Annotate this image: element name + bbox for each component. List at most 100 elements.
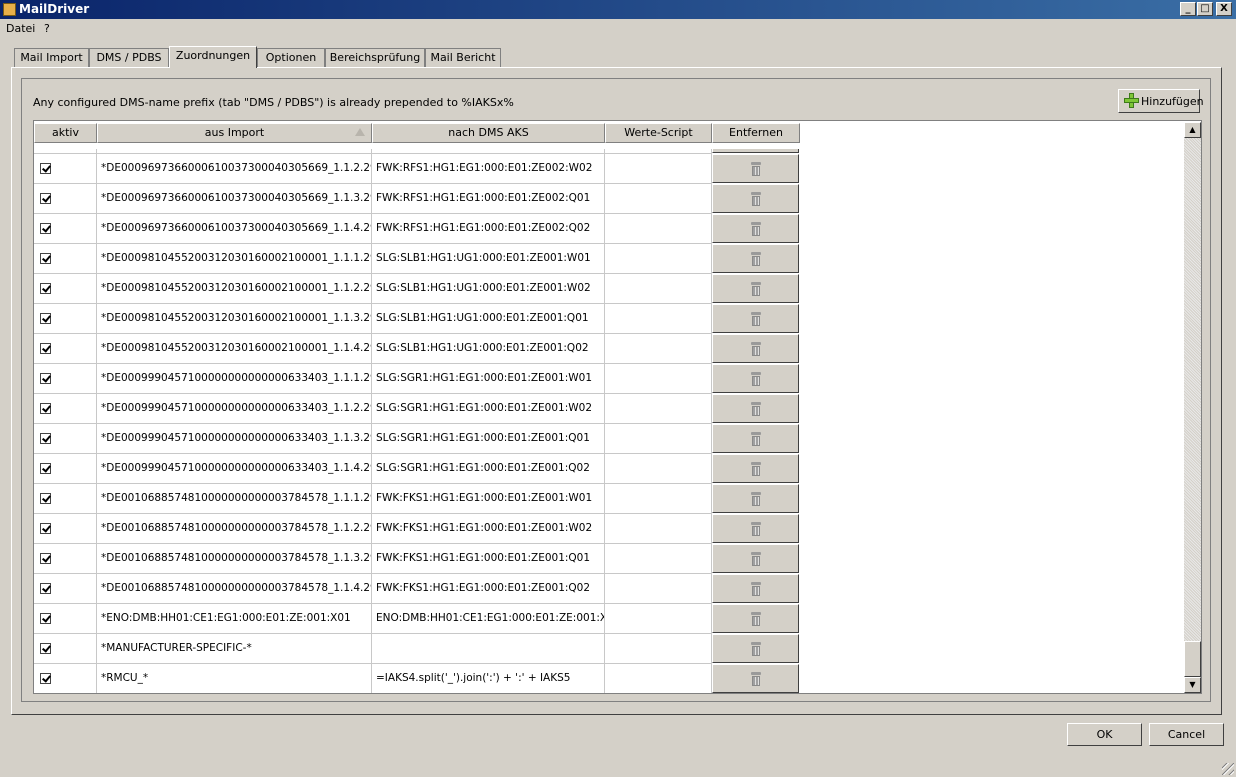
scroll-up-arrow-icon[interactable]: ▲ [1184, 122, 1201, 138]
tab-dms-pdbs[interactable]: DMS / PDBS [89, 48, 169, 67]
aktiv-checkbox[interactable] [40, 433, 51, 444]
aus-import-cell[interactable]: *DE0010688574810000000000003784578_1.1.2… [97, 514, 372, 544]
delete-button[interactable] [712, 274, 799, 303]
aus-import-cell[interactable]: *DE0009990457100000000000000633403_1.1.4… [97, 454, 372, 484]
nach-dms-aks-cell[interactable]: SLG:SGR1:HG1:EG1:000:E01:ZE001:Q02 [372, 454, 605, 484]
tab-optionen[interactable]: Optionen [257, 48, 325, 67]
nach-dms-aks-cell[interactable]: =IAKS4.split('_').join(':') + ':' + IAKS… [372, 664, 605, 693]
aktiv-checkbox[interactable] [40, 163, 51, 174]
ok-button[interactable]: OK [1067, 723, 1142, 746]
nach-dms-aks-cell[interactable] [372, 634, 605, 664]
aus-import-cell[interactable]: *DE0009810455200312030160002100001_1.1.3… [97, 304, 372, 334]
delete-button[interactable] [712, 154, 799, 183]
aus-import-cell[interactable]: *DE0010688574810000000000003784578_1.1.3… [97, 544, 372, 574]
aus-import-cell[interactable]: *DE0010688574810000000000003784578_1.1.4… [97, 574, 372, 604]
aus-import-cell[interactable]: *DE0010688574810000000000003784578_1.1.1… [97, 484, 372, 514]
aktiv-checkbox[interactable] [40, 373, 51, 384]
cancel-button[interactable]: Cancel [1149, 723, 1224, 746]
werte-script-cell[interactable] [605, 154, 712, 184]
werte-script-cell[interactable] [605, 304, 712, 334]
aus-import-cell[interactable]: *DE0009810455200312030160002100001_1.1.1… [97, 244, 372, 274]
nach-dms-aks-cell[interactable]: ENO:DMB:HH01:CE1:EG1:000:E01:ZE:001:X01 [372, 604, 605, 634]
delete-button[interactable] [712, 544, 799, 573]
aus-import-cell[interactable]: *DE0009697366000610037300040305669_1.1.4… [97, 214, 372, 244]
werte-script-cell[interactable] [605, 334, 712, 364]
aktiv-checkbox[interactable] [40, 283, 51, 294]
werte-script-cell[interactable] [605, 424, 712, 454]
nach-dms-aks-cell[interactable]: FWK:RFS1:HG1:EG1:000:E01:ZE002:Q01 [372, 184, 605, 214]
aus-import-cell[interactable]: *DE0009990457100000000000000633403_1.1.3… [97, 424, 372, 454]
nach-dms-aks-cell[interactable]: FWK:RFS1:HG1:EG1:000:E01:ZE002:Q02 [372, 214, 605, 244]
werte-script-cell[interactable] [605, 604, 712, 634]
delete-button[interactable] [712, 364, 799, 393]
aus-import-cell[interactable]: *MANUFACTURER-SPECIFIC-* [97, 634, 372, 664]
scroll-down-arrow-icon[interactable]: ▼ [1184, 677, 1201, 693]
aus-import-cell[interactable]: *DE0009990457100000000000000633403_1.1.1… [97, 364, 372, 394]
aktiv-checkbox[interactable] [40, 253, 51, 264]
menu-datei[interactable]: Datei [6, 22, 35, 35]
aktiv-checkbox[interactable] [40, 673, 51, 684]
column-header-entfernen[interactable]: Entfernen [712, 123, 800, 143]
delete-button[interactable] [712, 424, 799, 453]
delete-button[interactable] [712, 604, 799, 633]
menu-help[interactable]: ? [44, 22, 50, 35]
nach-dms-aks-cell[interactable]: SLG:SGR1:HG1:EG1:000:E01:ZE001:Q01 [372, 424, 605, 454]
aus-import-cell[interactable]: *DE0009990457100000000000000633403_1.1.2… [97, 394, 372, 424]
delete-button[interactable] [712, 394, 799, 423]
delete-button[interactable] [712, 334, 799, 363]
delete-button[interactable] [712, 634, 799, 663]
nach-dms-aks-cell[interactable]: FWK:FKS1:HG1:EG1:000:E01:ZE001:W02 [372, 514, 605, 544]
nach-dms-aks-cell[interactable]: SLG:SGR1:HG1:EG1:000:E01:ZE001:W02 [372, 394, 605, 424]
column-header-nach-dms-aks[interactable]: nach DMS AKS [372, 123, 605, 143]
aktiv-checkbox[interactable] [40, 583, 51, 594]
werte-script-cell[interactable] [605, 544, 712, 574]
delete-button[interactable] [712, 304, 799, 333]
nach-dms-aks-cell[interactable]: FWK:FKS1:HG1:EG1:000:E01:ZE001:W01 [372, 484, 605, 514]
aus-import-cell[interactable]: *DE0009697366000610037300040305669_1.1.3… [97, 184, 372, 214]
werte-script-cell[interactable] [605, 214, 712, 244]
aus-import-cell[interactable]: *DE0009697366000610037300040305669_1.1.2… [97, 154, 372, 184]
aus-import-cell[interactable]: *DE0009810455200312030160002100001_1.1.2… [97, 274, 372, 304]
nach-dms-aks-cell[interactable]: SLG:SLB1:HG1:UG1:000:E01:ZE001:Q01 [372, 304, 605, 334]
vertical-scrollbar[interactable]: ▲ ▼ [1184, 122, 1201, 693]
aktiv-checkbox[interactable] [40, 403, 51, 414]
werte-script-cell[interactable] [605, 574, 712, 604]
tab-zuordnungen[interactable]: Zuordnungen [169, 46, 257, 68]
maximize-button[interactable]: □ [1197, 2, 1213, 16]
aktiv-checkbox[interactable] [40, 223, 51, 234]
delete-button[interactable] [712, 454, 799, 483]
nach-dms-aks-cell[interactable]: FWK:RFS1:HG1:EG1:000:E01:ZE002:W02 [372, 154, 605, 184]
aktiv-checkbox[interactable] [40, 193, 51, 204]
aus-import-cell[interactable]: *RMCU_* [97, 664, 372, 693]
resize-grip-icon[interactable] [1222, 763, 1234, 775]
aktiv-checkbox[interactable] [40, 493, 51, 504]
werte-script-cell[interactable] [605, 184, 712, 214]
close-button[interactable]: X [1216, 2, 1232, 16]
aus-import-cell[interactable]: *ENO:DMB:HH01:CE1:EG1:000:E01:ZE:001:X01 [97, 604, 372, 634]
tab-mail-bericht[interactable]: Mail Bericht [425, 48, 501, 67]
scroll-thumb[interactable] [1184, 641, 1201, 677]
nach-dms-aks-cell[interactable]: SLG:SGR1:HG1:EG1:000:E01:ZE001:W01 [372, 364, 605, 394]
delete-button[interactable] [712, 244, 799, 273]
werte-script-cell[interactable] [605, 394, 712, 424]
delete-button[interactable] [712, 514, 799, 543]
delete-button[interactable] [712, 664, 799, 693]
werte-script-cell[interactable] [605, 454, 712, 484]
werte-script-cell[interactable] [605, 664, 712, 693]
delete-button[interactable] [712, 574, 799, 603]
aktiv-checkbox[interactable] [40, 343, 51, 354]
aktiv-checkbox[interactable] [40, 643, 51, 654]
tab-bereichspruefung[interactable]: Bereichsprüfung [325, 48, 425, 67]
add-button[interactable]: Hinzufügen [1118, 89, 1204, 113]
aus-import-cell[interactable]: *DE0009810455200312030160002100001_1.1.4… [97, 334, 372, 364]
aktiv-checkbox[interactable] [40, 523, 51, 534]
column-header-aus-import[interactable]: aus Import [97, 123, 372, 143]
aktiv-checkbox[interactable] [40, 463, 51, 474]
delete-button[interactable] [712, 184, 799, 213]
nach-dms-aks-cell[interactable]: SLG:SLB1:HG1:UG1:000:E01:ZE001:Q02 [372, 334, 605, 364]
delete-button[interactable] [712, 214, 799, 243]
delete-button[interactable] [712, 484, 799, 513]
werte-script-cell[interactable] [605, 514, 712, 544]
minimize-button[interactable]: _ [1180, 2, 1196, 16]
werte-script-cell[interactable] [605, 634, 712, 664]
